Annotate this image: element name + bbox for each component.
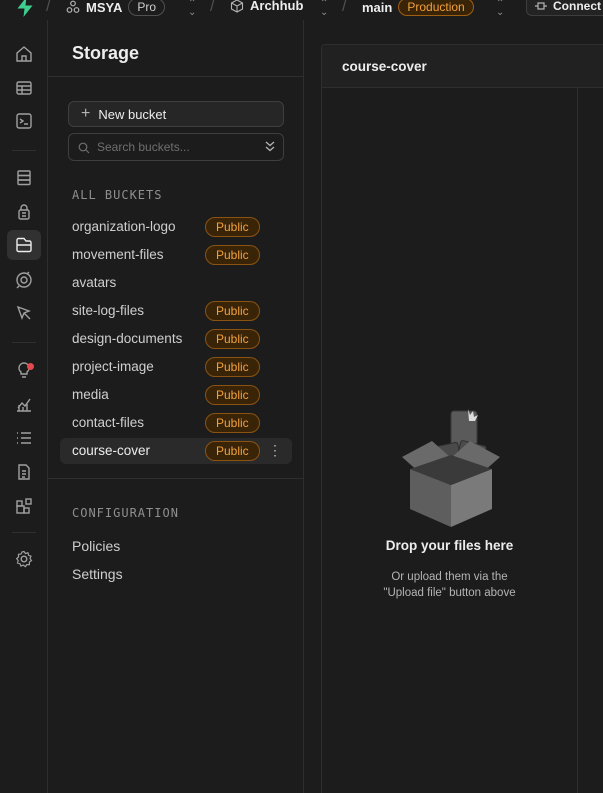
bucket-item[interactable]: movement-files Public: [60, 242, 292, 268]
bucket-item[interactable]: organization-logo Public: [60, 214, 292, 240]
public-badge: Public: [205, 301, 260, 321]
home-icon[interactable]: [14, 44, 34, 64]
plug-icon: [535, 2, 547, 10]
bucket-item[interactable]: site-log-files Public: [60, 298, 292, 324]
breadcrumb-separator: /: [210, 0, 215, 15]
public-badge: Public: [205, 217, 260, 237]
org-name: MSYA: [86, 0, 123, 15]
breadcrumb-separator: /: [46, 0, 51, 15]
all-buckets-heading: ALL BUCKETS: [72, 188, 163, 202]
bucket-name: project-image: [72, 359, 154, 374]
divider: [48, 76, 304, 77]
logs-icon[interactable]: [14, 428, 34, 448]
project-box-icon: [230, 0, 244, 13]
column-divider: [577, 88, 578, 793]
plan-badge: Pro: [128, 0, 166, 16]
database-icon[interactable]: [14, 168, 34, 188]
settings-icon[interactable]: [14, 549, 34, 569]
icon-rail: [0, 20, 48, 793]
drop-hint-line-1: Or upload them via the: [391, 571, 508, 583]
bucket-name: organization-logo: [72, 219, 176, 234]
bucket-item[interactable]: project-image Public: [60, 354, 292, 380]
bucket-title: course-cover: [342, 59, 427, 74]
reports-icon[interactable]: [14, 394, 34, 414]
branch-switcher[interactable]: main Production: [362, 0, 474, 16]
settings-link[interactable]: Settings: [72, 566, 123, 582]
connect-label: Connect: [553, 0, 601, 13]
org-chevron-icon[interactable]: ⌃ ⌄: [188, 0, 196, 18]
notification-dot: [27, 363, 34, 370]
sidebar-title: Storage: [72, 43, 140, 63]
bucket-name: course-cover: [72, 443, 151, 458]
public-badge: Public: [205, 357, 260, 377]
main-content: course-cover Drop your files here Or upl…: [304, 20, 603, 793]
bucket-search: [68, 133, 284, 161]
connect-button[interactable]: Connect: [526, 0, 603, 16]
panel-header: course-cover: [322, 45, 603, 88]
table-editor-icon[interactable]: [14, 78, 34, 98]
breadcrumb-separator: /: [342, 0, 347, 15]
project-chevron-icon[interactable]: ⌃ ⌄: [320, 0, 328, 18]
bucket-name: avatars: [72, 275, 117, 290]
realtime-icon[interactable]: [14, 303, 34, 323]
rail-divider: [12, 532, 36, 533]
bucket-item[interactable]: design-documents Public: [60, 326, 292, 352]
sql-editor-icon[interactable]: [14, 111, 34, 131]
search-icon: [78, 142, 90, 154]
file-explorer-panel: course-cover Drop your files here Or upl…: [321, 44, 603, 793]
supabase-logo-icon[interactable]: [16, 0, 34, 17]
new-bucket-label: New bucket: [98, 106, 167, 122]
bucket-item[interactable]: course-cover Public ⋮: [60, 438, 292, 464]
more-options-icon[interactable]: ⋮: [268, 443, 282, 457]
divider: [48, 478, 304, 479]
branch-chevron-icon[interactable]: ⌃ ⌄: [496, 0, 504, 18]
bucket-name: media: [72, 387, 109, 402]
bucket-name: design-documents: [72, 331, 183, 346]
top-bar: / MSYA Pro ⌃ ⌄ / Archhub ⌃ ⌄ / main Produc…: [0, 0, 603, 20]
edge-functions-icon[interactable]: [14, 270, 34, 290]
drop-zone-hint: Or upload them via the "Upload file" but…: [322, 569, 577, 601]
project-switcher[interactable]: Archhub: [230, 0, 303, 13]
public-badge: Public: [205, 329, 260, 349]
storage-sidebar: Storage + New bucket ALL BUCKETS organiz…: [48, 20, 304, 793]
search-input[interactable]: [97, 139, 257, 155]
configuration-heading: CONFIGURATION: [72, 506, 179, 520]
drop-hint-line-2: "Upload file" button above: [383, 587, 516, 599]
bucket-name: site-log-files: [72, 303, 145, 318]
public-badge: Public: [205, 413, 260, 433]
bucket-item[interactable]: contact-files Public: [60, 410, 292, 436]
empty-box-illustration-icon: [402, 409, 500, 527]
integrations-icon[interactable]: [14, 496, 34, 516]
bucket-item[interactable]: avatars: [60, 270, 292, 296]
project-name: Archhub: [250, 0, 304, 13]
api-docs-icon[interactable]: [14, 462, 34, 482]
public-badge: Public: [205, 385, 260, 405]
org-icon: [66, 0, 80, 13]
rail-divider: [12, 342, 36, 343]
bucket-item[interactable]: media Public: [60, 382, 292, 408]
drop-zone-title: Drop your files here: [385, 538, 514, 553]
bucket-name: contact-files: [72, 415, 145, 430]
rail-divider: [12, 150, 36, 151]
branch-name: main: [362, 0, 393, 15]
policies-link[interactable]: Policies: [72, 538, 120, 554]
public-badge: Public: [205, 441, 260, 461]
new-bucket-button[interactable]: + New bucket: [68, 101, 284, 127]
plus-icon: +: [81, 105, 91, 122]
org-switcher[interactable]: MSYA Pro: [66, 0, 166, 16]
environment-badge: Production: [398, 0, 474, 16]
public-badge: Public: [205, 245, 260, 265]
bucket-name: movement-files: [72, 247, 164, 262]
storage-icon[interactable]: [14, 235, 34, 255]
sort-chevrons-icon[interactable]: [264, 140, 276, 154]
auth-icon[interactable]: [14, 202, 34, 222]
